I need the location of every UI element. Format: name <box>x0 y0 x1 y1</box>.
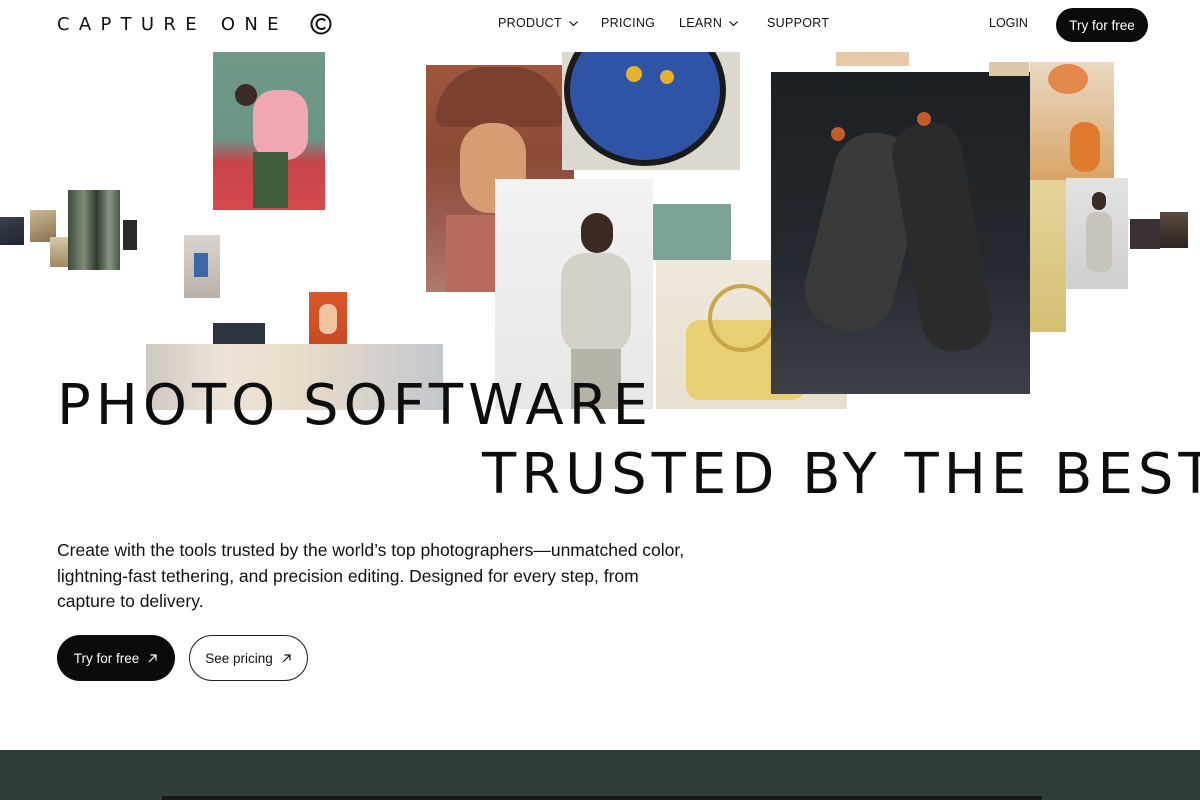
capture-one-mark-icon <box>310 13 332 35</box>
collage-photo <box>771 72 1030 394</box>
chevron-down-icon <box>729 20 739 26</box>
arrow-up-right-icon <box>282 653 291 662</box>
nav-item-support[interactable]: SUPPORT <box>767 16 829 30</box>
collage-photo <box>184 235 220 298</box>
collage-photo <box>1030 62 1114 180</box>
collage-photo <box>1160 212 1188 248</box>
collage-photo <box>989 62 1029 76</box>
try-free-nav-button[interactable]: Try for free <box>1056 8 1148 42</box>
login-link[interactable]: LOGIN <box>989 16 1028 30</box>
collage-photo <box>123 220 137 250</box>
nav-item-label: SUPPORT <box>767 16 830 30</box>
collage-photo <box>309 292 347 344</box>
collage-photo <box>0 217 24 245</box>
nav-item-label: PRICING <box>601 16 656 30</box>
headline-line-1: PHOTO SOFTWARE <box>57 373 654 438</box>
button-label: Try for free <box>73 650 140 666</box>
nav-item-pricing[interactable]: PRICING <box>601 16 655 30</box>
nav-item-label: PRODUCT <box>498 16 562 30</box>
headline-line-2: TRUSTED BY THE BEST <box>482 442 1200 507</box>
next-section-media-edge <box>162 796 1042 800</box>
try-for-free-button[interactable]: Try for free <box>57 635 175 681</box>
button-label: See pricing <box>205 650 273 666</box>
brand-logo[interactable]: CAPTURE ONE <box>57 12 332 36</box>
collage-photo <box>1066 178 1128 289</box>
collage-photo <box>213 52 325 210</box>
nav-item-product[interactable]: PRODUCT <box>498 16 579 30</box>
see-pricing-button[interactable]: See pricing <box>189 635 308 681</box>
next-section-band <box>0 750 1200 800</box>
collage-photo <box>562 52 740 170</box>
brand-wordmark: CAPTURE ONE <box>57 13 288 35</box>
collage-photo <box>653 204 731 260</box>
chevron-down-icon <box>568 20 578 26</box>
collage-photo <box>1030 180 1066 332</box>
arrow-up-right-icon <box>148 653 157 662</box>
collage-photo <box>50 237 68 267</box>
collage-photo <box>836 52 909 66</box>
hero-description: Create with the tools trusted by the wor… <box>57 540 685 611</box>
nav-item-label: LEARN <box>679 16 723 30</box>
photo-collage <box>0 52 1200 412</box>
collage-photo <box>68 190 120 270</box>
nav-item-learn[interactable]: LEARN <box>679 16 739 30</box>
collage-photo <box>1130 219 1160 249</box>
